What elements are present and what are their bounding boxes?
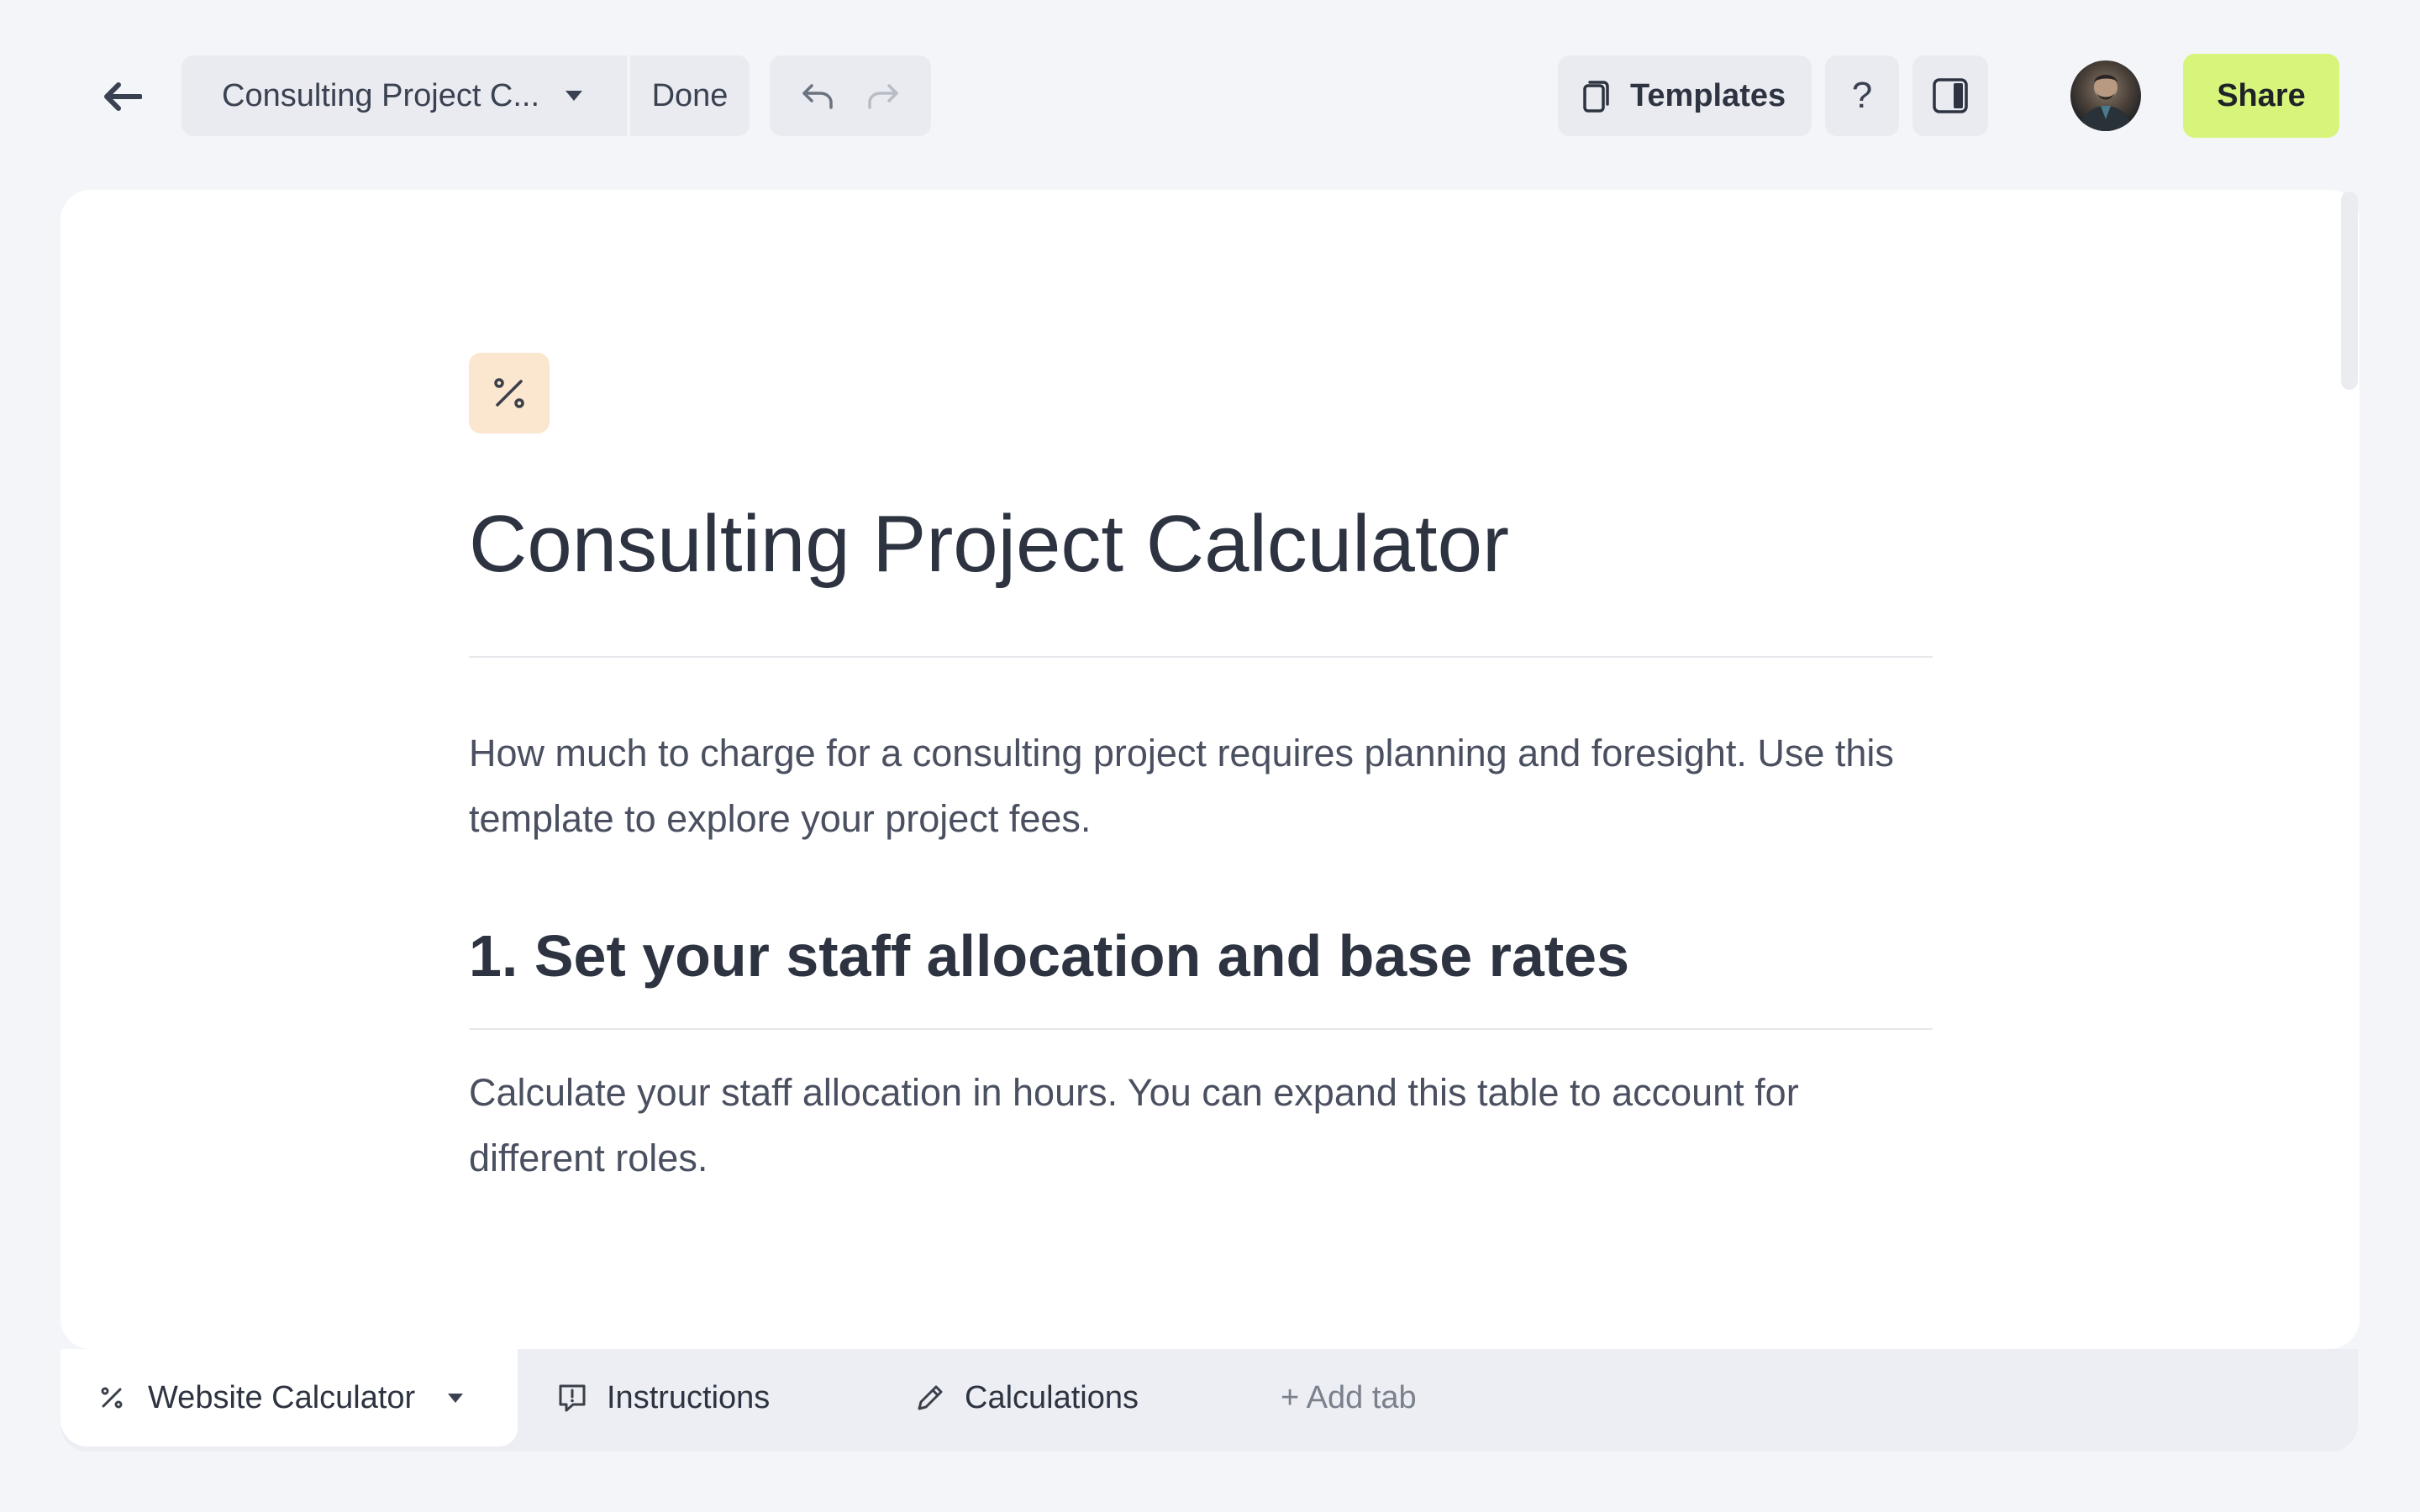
document-name: Consulting Project C... bbox=[222, 77, 540, 113]
comment-alert-icon bbox=[556, 1382, 588, 1414]
section-paragraph[interactable]: Calculate your staff allocation in hours… bbox=[469, 1060, 1933, 1191]
back-button[interactable] bbox=[92, 67, 151, 126]
add-tab-button[interactable]: + Add tab bbox=[1281, 1349, 1417, 1446]
templates-label: Templates bbox=[1630, 77, 1786, 113]
tab-label: Website Calculator bbox=[148, 1379, 416, 1415]
top-toolbar: Consulting Project C... Done Templates ?… bbox=[0, 0, 2420, 190]
sidebar-panel-icon bbox=[1933, 78, 1968, 113]
undo-button[interactable] bbox=[792, 71, 843, 121]
tab-calculations[interactable]: Calculations bbox=[914, 1349, 1139, 1446]
percent-icon bbox=[99, 1385, 124, 1410]
toggle-sidebar-button[interactable] bbox=[1912, 55, 1988, 136]
tab-website-calculator[interactable]: Website Calculator bbox=[60, 1349, 518, 1446]
templates-icon bbox=[1581, 79, 1610, 113]
pencil-icon bbox=[914, 1382, 946, 1414]
share-button[interactable]: Share bbox=[2183, 54, 2339, 138]
undo-icon bbox=[802, 84, 833, 109]
document-selector[interactable]: Consulting Project C... bbox=[182, 55, 627, 136]
avatar-image-icon bbox=[2079, 75, 2133, 131]
tab-label: Instructions bbox=[607, 1379, 771, 1415]
title-divider bbox=[469, 656, 1933, 658]
help-button[interactable]: ? bbox=[1825, 55, 1899, 136]
page-title[interactable]: Consulting Project Calculator bbox=[469, 494, 1931, 595]
question-mark-icon: ? bbox=[1851, 75, 1873, 116]
caret-down-icon bbox=[565, 90, 583, 102]
user-avatar[interactable] bbox=[2070, 60, 2141, 131]
arrow-left-icon bbox=[104, 82, 142, 111]
history-controls bbox=[770, 55, 931, 136]
section-divider bbox=[469, 1028, 1933, 1030]
redo-icon bbox=[868, 84, 898, 109]
done-button[interactable]: Done bbox=[630, 55, 750, 136]
percent-icon[interactable] bbox=[469, 353, 550, 433]
intro-paragraph[interactable]: How much to charge for a consulting proj… bbox=[469, 721, 1933, 852]
templates-button[interactable]: Templates bbox=[1558, 55, 1812, 136]
vertical-scrollbar[interactable] bbox=[2341, 192, 2358, 390]
redo-button[interactable] bbox=[858, 71, 908, 121]
tab-label: Calculations bbox=[965, 1379, 1139, 1415]
section-heading[interactable]: 1. Set your staff allocation and base ra… bbox=[469, 916, 1933, 996]
caret-down-icon[interactable] bbox=[447, 1393, 464, 1404]
tab-instructions[interactable]: Instructions bbox=[556, 1349, 770, 1446]
